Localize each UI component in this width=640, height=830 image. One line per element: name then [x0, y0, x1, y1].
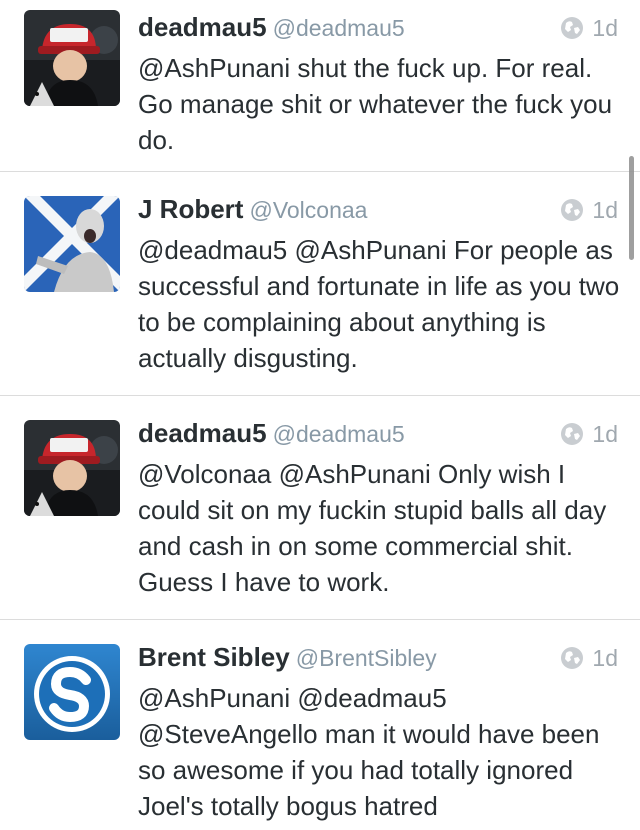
deadmau5-avatar-image	[24, 420, 120, 516]
tweet-header: deadmau5 @deadmau5 1d	[138, 418, 618, 458]
tweet-text: @AshPunani shut the fuck up. For real. G…	[138, 53, 613, 155]
tweet-meta: 1d	[560, 642, 618, 674]
tweet-meta: 1d	[560, 194, 618, 226]
tweet-header: deadmau5 @deadmau5 1d	[138, 12, 618, 52]
avatar[interactable]	[24, 196, 120, 292]
globe-icon	[561, 17, 584, 39]
deadmau5-avatar-image	[24, 10, 120, 106]
tweet-meta: 1d	[560, 12, 618, 44]
tweet-age[interactable]: 1d	[592, 421, 618, 448]
tweet-age[interactable]: 1d	[592, 197, 618, 224]
tweet-item[interactable]: deadmau5 @deadmau5 1d @AshPunani shut the…	[0, 0, 640, 172]
avatar[interactable]	[24, 10, 120, 106]
tweet-timeline[interactable]: deadmau5 @deadmau5 1d @AshPunani shut the…	[0, 0, 640, 830]
globe-icon	[561, 647, 584, 669]
brentsibley-avatar-image	[24, 644, 120, 740]
author-name[interactable]: deadmau5	[138, 418, 267, 448]
author-handle[interactable]: @BrentSibley	[296, 645, 437, 671]
author-handle[interactable]: @Volconaa	[249, 197, 367, 223]
volconaa-avatar-image	[24, 196, 120, 292]
avatar[interactable]	[24, 420, 120, 516]
tweet-item[interactable]: J Robert @Volconaa 1d @deadmau5 @AshPunan…	[0, 172, 640, 396]
author-handle[interactable]: @deadmau5	[273, 421, 405, 447]
tweet-age[interactable]: 1d	[592, 15, 618, 42]
tweet-age[interactable]: 1d	[592, 645, 618, 672]
tweet-header: J Robert @Volconaa 1d	[138, 194, 618, 234]
tweet-text: @AshPunani @deadmau5 @SteveAngello man i…	[138, 683, 600, 821]
author-handle[interactable]: @deadmau5	[273, 15, 405, 41]
tweet-header: Brent Sibley @BrentSibley 1d	[138, 642, 618, 682]
globe-icon	[561, 423, 584, 445]
author-name[interactable]: deadmau5	[138, 12, 267, 42]
tweet-item[interactable]: Brent Sibley @BrentSibley 1d @AshPunani @…	[0, 620, 640, 830]
tweet-meta: 1d	[560, 418, 618, 450]
tweet-item[interactable]: deadmau5 @deadmau5 1d @Volconaa @AshPunan…	[0, 396, 640, 620]
scrollbar[interactable]	[629, 156, 634, 260]
author-name[interactable]: J Robert	[138, 194, 243, 224]
tweet-text: @Volconaa @AshPunani Only wish I could s…	[138, 459, 607, 597]
globe-icon	[561, 199, 584, 221]
author-name[interactable]: Brent Sibley	[138, 642, 290, 672]
avatar[interactable]	[24, 644, 120, 740]
tweet-text: @deadmau5 @AshPunani For people as succe…	[138, 235, 620, 373]
